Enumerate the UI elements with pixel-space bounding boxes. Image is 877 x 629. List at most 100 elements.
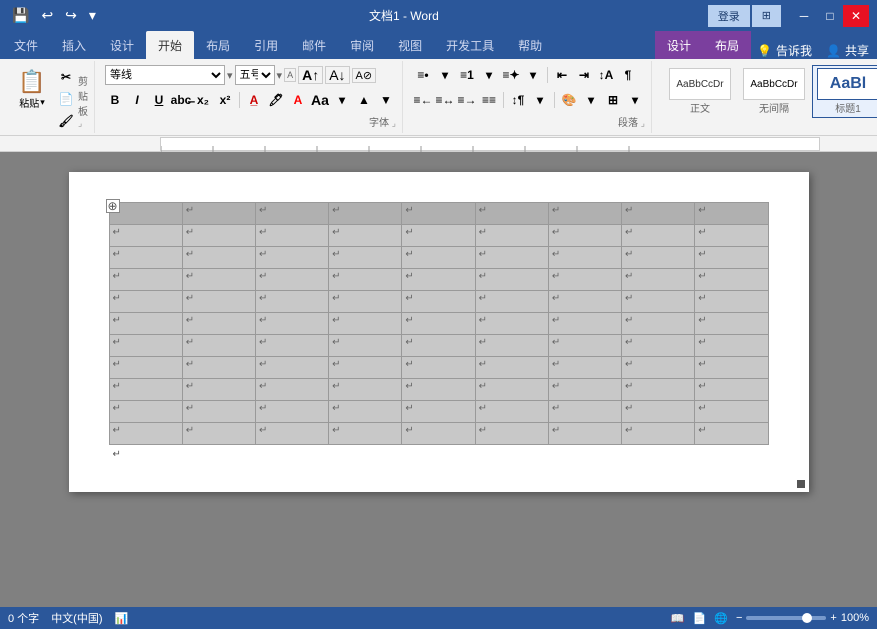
table-cell[interactable]: [402, 423, 475, 445]
table-cell[interactable]: [475, 335, 548, 357]
table-cell[interactable]: [329, 401, 402, 423]
table-cell[interactable]: [402, 247, 475, 269]
table-cell[interactable]: [622, 203, 695, 225]
table-cell[interactable]: [109, 379, 182, 401]
line-spacing-dropdown[interactable]: ▾: [530, 90, 550, 110]
paste-button[interactable]: 📋 粘贴 ▾: [10, 63, 54, 115]
table-cell[interactable]: [695, 379, 768, 401]
undo-icon[interactable]: ↩: [37, 5, 57, 26]
table-cell[interactable]: [329, 203, 402, 225]
copy-button[interactable]: 📄: [56, 89, 76, 109]
sort-btn[interactable]: ↕A: [596, 65, 616, 85]
style-heading1-item[interactable]: AaBl 标题1: [812, 65, 877, 118]
show-marks-btn[interactable]: ¶: [618, 65, 638, 85]
table-cell[interactable]: [182, 401, 255, 423]
paragraph-expand[interactable]: ⌟: [641, 118, 645, 128]
tab-references[interactable]: 引用: [242, 31, 290, 59]
tab-mailings[interactable]: 邮件: [290, 31, 338, 59]
view-read-btn[interactable]: 📖: [671, 612, 685, 625]
save-icon[interactable]: 💾: [8, 5, 33, 26]
table-cell[interactable]: [182, 313, 255, 335]
text-effect-button[interactable]: A̲: [244, 90, 264, 110]
table-cell[interactable]: [109, 269, 182, 291]
table-cell[interactable]: [255, 423, 328, 445]
table-cell[interactable]: [329, 423, 402, 445]
table-cell[interactable]: [622, 335, 695, 357]
tab-developer[interactable]: 开发工具: [434, 31, 506, 59]
multilevel-dropdown[interactable]: ▾: [523, 65, 543, 85]
table-cell[interactable]: [182, 357, 255, 379]
table-cell[interactable]: [548, 291, 621, 313]
table-cell[interactable]: [109, 203, 182, 225]
login-button[interactable]: 登录: [708, 5, 750, 27]
table-cell[interactable]: [622, 291, 695, 313]
table-cell[interactable]: [255, 313, 328, 335]
table-cell[interactable]: [475, 357, 548, 379]
view-web-btn[interactable]: 🌐: [714, 612, 728, 625]
table-cell[interactable]: [548, 313, 621, 335]
table-cell[interactable]: [182, 379, 255, 401]
table-cell[interactable]: [548, 335, 621, 357]
table-cell[interactable]: [329, 379, 402, 401]
table-cell[interactable]: [548, 203, 621, 225]
clipboard-expand[interactable]: ⌟: [78, 118, 82, 128]
table-cell[interactable]: [548, 247, 621, 269]
table-row[interactable]: [109, 269, 768, 291]
table-cell[interactable]: [548, 423, 621, 445]
tab-view[interactable]: 视图: [386, 31, 434, 59]
table-cell[interactable]: [475, 291, 548, 313]
table-row[interactable]: [109, 225, 768, 247]
table-row[interactable]: [109, 291, 768, 313]
table-cell[interactable]: [402, 357, 475, 379]
table-cell[interactable]: [695, 203, 768, 225]
zoom-slider[interactable]: [746, 616, 826, 620]
increase-font-btn[interactable]: A↑: [298, 66, 323, 84]
table-cell[interactable]: [329, 313, 402, 335]
tab-table-design[interactable]: 设计: [655, 31, 703, 59]
table-cell[interactable]: [475, 401, 548, 423]
decrease-indent-btn[interactable]: ⇤: [552, 65, 572, 85]
table-cell[interactable]: [109, 225, 182, 247]
table-cell[interactable]: [182, 423, 255, 445]
table-cell[interactable]: [402, 379, 475, 401]
table-cell[interactable]: [622, 269, 695, 291]
align-right-btn[interactable]: ≡→: [457, 90, 477, 110]
table-cell[interactable]: [695, 313, 768, 335]
table-cell[interactable]: [695, 357, 768, 379]
minimize-button[interactable]: ─: [791, 5, 817, 27]
tab-table-layout[interactable]: 布局: [703, 31, 751, 59]
table-cell[interactable]: [182, 247, 255, 269]
zoom-level[interactable]: 100%: [841, 612, 869, 624]
borders-dropdown[interactable]: ▾: [625, 90, 645, 110]
table-cell[interactable]: [475, 269, 548, 291]
table-cell[interactable]: [182, 291, 255, 313]
share-area[interactable]: 👤 共享: [818, 42, 877, 59]
table-cell[interactable]: [255, 335, 328, 357]
word-art-icon[interactable]: A: [284, 68, 296, 82]
table-row[interactable]: [109, 401, 768, 423]
align-left-btn[interactable]: ≡←: [413, 90, 433, 110]
table-cell[interactable]: [622, 401, 695, 423]
table-cell[interactable]: [329, 357, 402, 379]
table-cell[interactable]: [109, 423, 182, 445]
table-cell[interactable]: [109, 357, 182, 379]
table-cell[interactable]: [402, 225, 475, 247]
tab-insert[interactable]: 插入: [50, 31, 98, 59]
strikethrough-button[interactable]: abc̶: [171, 90, 191, 110]
tab-file[interactable]: 文件: [2, 31, 50, 59]
bullets-dropdown[interactable]: ▾: [435, 65, 455, 85]
align-center-btn[interactable]: ≡↔: [435, 90, 455, 110]
table-cell[interactable]: [622, 247, 695, 269]
table-cell[interactable]: [695, 423, 768, 445]
italic-button[interactable]: I: [127, 90, 147, 110]
table-row[interactable]: [109, 357, 768, 379]
table-cell[interactable]: [475, 313, 548, 335]
table-cell[interactable]: [329, 291, 402, 313]
font-color-button[interactable]: A: [288, 90, 308, 110]
table-cell[interactable]: [548, 225, 621, 247]
table-cell[interactable]: [182, 225, 255, 247]
table-cell[interactable]: [182, 269, 255, 291]
table-row[interactable]: [109, 247, 768, 269]
table-cell[interactable]: [402, 401, 475, 423]
table-cell[interactable]: [548, 269, 621, 291]
